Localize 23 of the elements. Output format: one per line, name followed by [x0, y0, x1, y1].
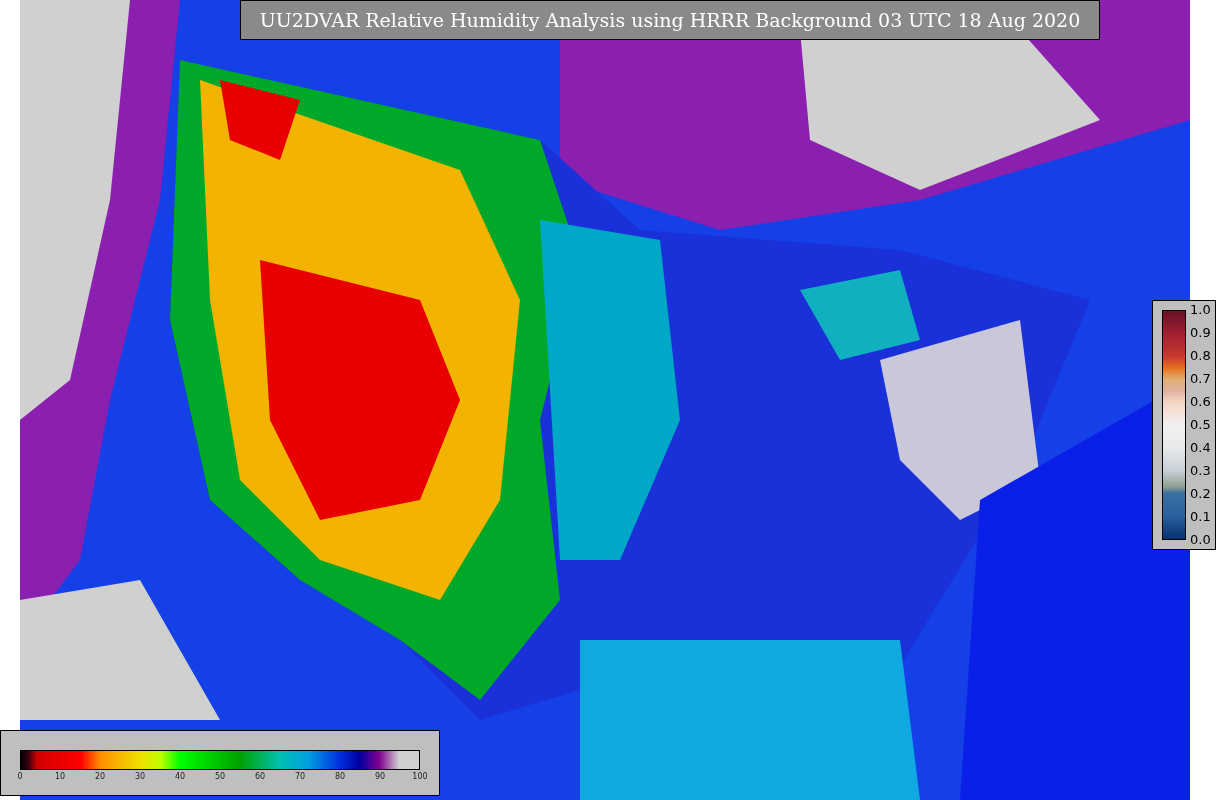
- tick-label: 1.0: [1190, 303, 1211, 317]
- tick-label: 10: [54, 772, 66, 782]
- tick-label: 0.0: [1190, 533, 1211, 547]
- tick-label: 0.1: [1190, 510, 1211, 524]
- tick-label: 60: [254, 772, 266, 782]
- tick-label: 50: [214, 772, 226, 782]
- tick-label: 70: [294, 772, 306, 782]
- tick-label: 0.8: [1190, 349, 1211, 363]
- tick-label: 40: [174, 772, 186, 782]
- tick-label: 0: [17, 772, 23, 782]
- tick-label: 0.5: [1190, 418, 1211, 432]
- tick-label: 20: [94, 772, 106, 782]
- tick-label: 0.6: [1190, 395, 1211, 409]
- tick-label: 80: [334, 772, 346, 782]
- tick-label: 0.7: [1190, 372, 1211, 386]
- tick-label: 0.4: [1190, 441, 1211, 455]
- tick-label: 90: [374, 772, 386, 782]
- map-title: UU2DVAR Relative Humidity Analysis using HRRR Background 03 UTC 18 Aug 2020: [240, 0, 1100, 40]
- tick-label: 30: [134, 772, 146, 782]
- tick-label: 100: [412, 772, 428, 782]
- tick-label: 0.3: [1190, 464, 1211, 478]
- tick-label: 0.9: [1190, 326, 1211, 340]
- tick-label: 0.2: [1190, 487, 1211, 501]
